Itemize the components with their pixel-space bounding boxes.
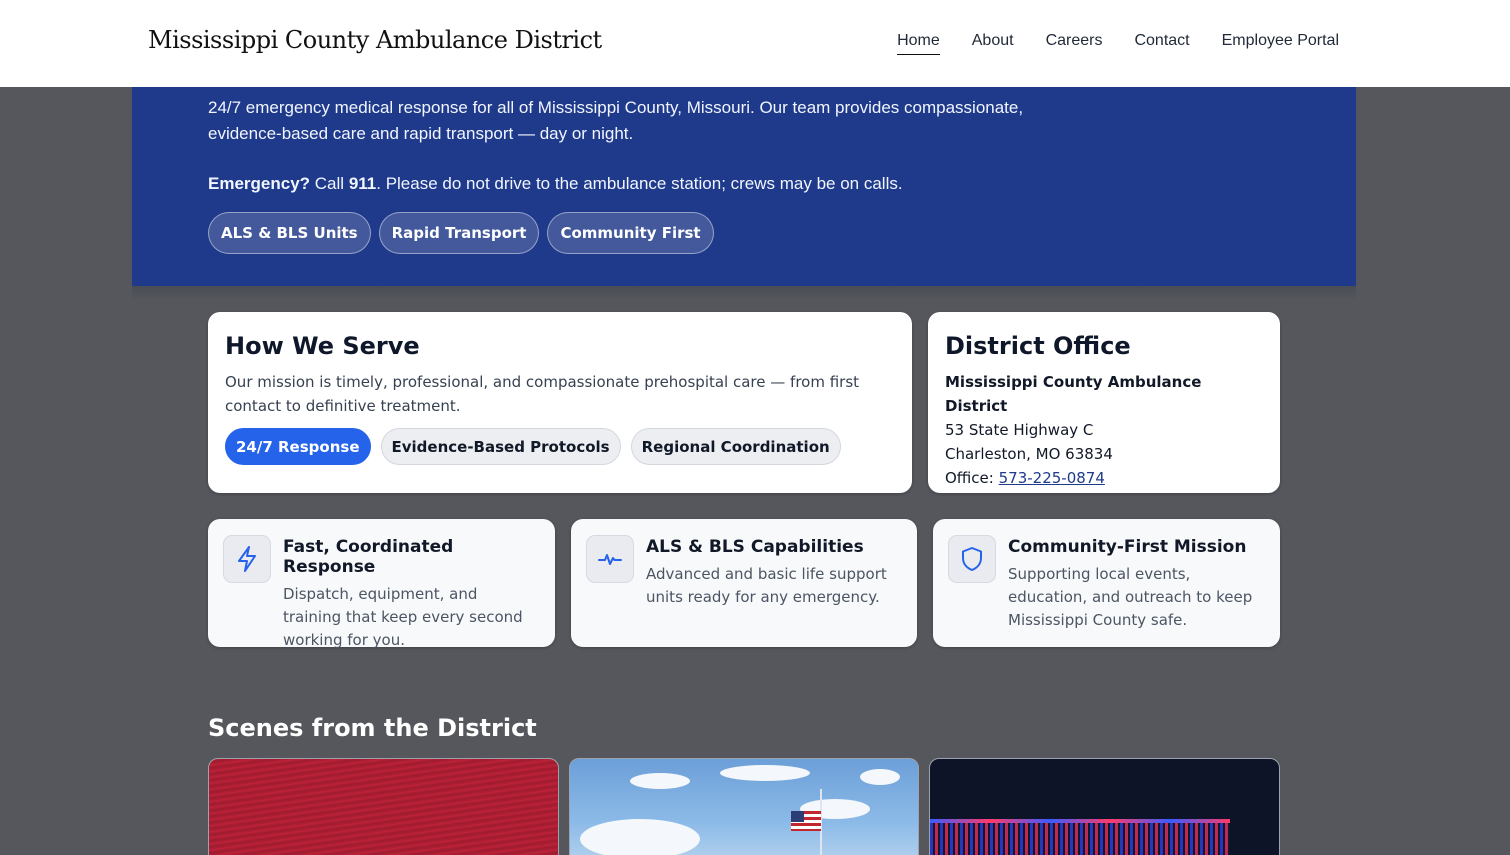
chip-als-bls: ALS & BLS Units xyxy=(208,212,371,254)
scene-photo-flag[interactable] xyxy=(569,758,919,855)
site-brand[interactable]: Mississippi County Ambulance District xyxy=(148,26,602,54)
feature-card-response: Fast, Coordinated Response Dispatch, equ… xyxy=(208,519,555,649)
emergency-label: Emergency? xyxy=(208,174,311,193)
site-header: Mississippi County Ambulance District Ho… xyxy=(0,0,1510,87)
nav-contact[interactable]: Contact xyxy=(1134,32,1189,55)
hero-description: 24/7 emergency medical response for all … xyxy=(208,98,1024,143)
office-org: Mississippi County Ambulance District xyxy=(945,373,1202,415)
serve-text: Our mission is timely, professional, and… xyxy=(225,373,860,415)
serve-title: How We Serve xyxy=(225,332,420,360)
nav-employee-portal[interactable]: Employee Portal xyxy=(1222,32,1339,55)
emergency-call-text: Call xyxy=(314,174,345,193)
feature-text: Supporting local events, education, and … xyxy=(1008,565,1253,629)
chip-rapid-transport: Rapid Transport xyxy=(378,212,540,254)
nav-about[interactable]: About xyxy=(972,32,1014,55)
scenes-title: Scenes from the District xyxy=(208,714,537,742)
feature-title: ALS & BLS Capabilities xyxy=(646,537,864,557)
feature-text: Advanced and basic life support units re… xyxy=(646,565,887,606)
feature-title: Community-First Mission xyxy=(1008,537,1247,557)
hero-banner: 24/7 emergency medical response for all … xyxy=(132,87,1356,300)
lightning-icon xyxy=(223,535,271,583)
office-title: District Office xyxy=(945,332,1131,360)
nav-home[interactable]: Home xyxy=(897,32,940,55)
emergency-number: 911 xyxy=(348,174,377,193)
feature-title: Fast, Coordinated Response xyxy=(283,537,454,577)
chip-regional-coordination: Regional Coordination xyxy=(630,428,841,465)
feature-card-capabilities: ALS & BLS Capabilities Advanced and basi… xyxy=(571,519,917,647)
emergency-note: . Please do not drive to the ambulance s… xyxy=(376,174,903,193)
feature-text: Dispatch, equipment, and training that k… xyxy=(283,585,523,649)
serve-chip-group: 24/7 Response Evidence-Based Protocols R… xyxy=(225,428,895,465)
district-office-card: District Office Mississippi County Ambul… xyxy=(928,312,1280,493)
feature-card-community: Community-First Mission Supporting local… xyxy=(933,519,1280,647)
chip-evidence-based: Evidence-Based Protocols xyxy=(380,428,621,465)
office-address-1: 53 State Highway C xyxy=(945,421,1094,439)
office-phone-label: Office: xyxy=(945,469,994,487)
nav-careers[interactable]: Careers xyxy=(1046,32,1103,55)
shield-icon xyxy=(948,535,996,583)
office-address-2: Charleston, MO 63834 xyxy=(945,445,1113,463)
heartbeat-icon xyxy=(586,535,634,583)
office-phone-line: Office: 573-225-0874 xyxy=(945,466,1263,490)
how-we-serve-card: How We Serve Our mission is timely, prof… xyxy=(208,312,912,493)
main-nav: Home About Careers Contact Employee Port… xyxy=(897,32,1339,55)
scene-photo-lights[interactable] xyxy=(929,758,1280,855)
chip-community-first: Community First xyxy=(547,212,714,254)
scene-photo-station[interactable] xyxy=(208,758,559,855)
hero-chip-group: ALS & BLS Units Rapid Transport Communit… xyxy=(208,212,714,254)
office-phone-link[interactable]: 573-225-0874 xyxy=(999,469,1105,487)
chip-24-7-response: 24/7 Response xyxy=(225,428,371,465)
emergency-notice: Emergency? Call 911. Please do not drive… xyxy=(208,174,903,194)
